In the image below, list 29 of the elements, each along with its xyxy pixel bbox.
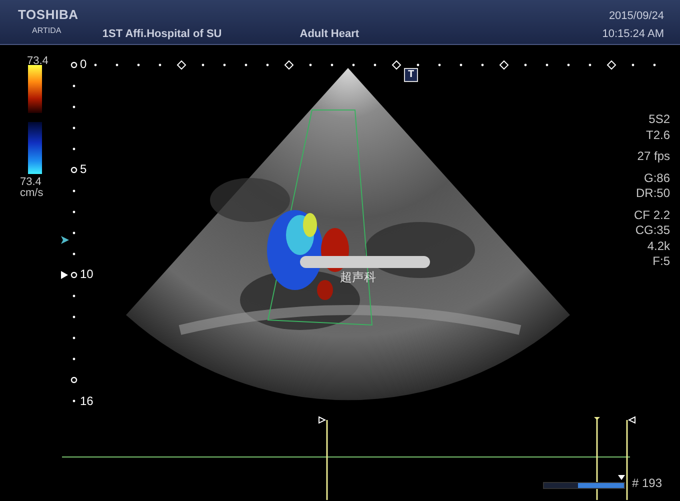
scan-parameter: G:86 <box>644 170 670 186</box>
depth-label: 5 <box>80 163 87 175</box>
velocity-min-label: 73.4 <box>20 176 42 188</box>
velocity-color-bar <box>28 122 42 174</box>
scan-parameter: 5S2 <box>648 112 670 128</box>
brand-label: TOSHIBA <box>18 7 78 22</box>
velocity-color-bar <box>28 65 42 113</box>
velocity-max-label: 73.4 <box>27 55 48 67</box>
scan-parameter: 4.2k <box>647 238 670 254</box>
scan-parameter: T2.6 <box>646 128 670 143</box>
institution-label: 1ST Affi.Hospital of SU <box>102 27 222 42</box>
scan-parameter: CG:35 <box>635 223 670 238</box>
frame-number: # 193 <box>632 477 662 489</box>
focus-marker-icon <box>61 236 69 244</box>
scan-parameter: F:5 <box>652 254 670 270</box>
preset-label: Adult Heart <box>300 27 360 42</box>
focal-zone-icon <box>61 271 68 279</box>
transducer-mark: T <box>404 68 418 82</box>
model-label: ARTIDA <box>32 25 62 37</box>
depth-label: 16 <box>80 395 94 407</box>
scan-parameter: 27 fps <box>637 149 670 164</box>
depth-label: 0 <box>80 58 87 70</box>
cine-position-icon <box>618 475 625 480</box>
velocity-unit-label: cm/s <box>20 187 44 199</box>
scan-parameter: DR:50 <box>636 186 670 202</box>
depth-label: 10 <box>80 268 94 280</box>
date-label: 2015/09/24 <box>608 9 664 24</box>
scan-parameter: CF 2.2 <box>634 208 670 223</box>
time-label: 10:15:24 AM <box>602 27 664 42</box>
